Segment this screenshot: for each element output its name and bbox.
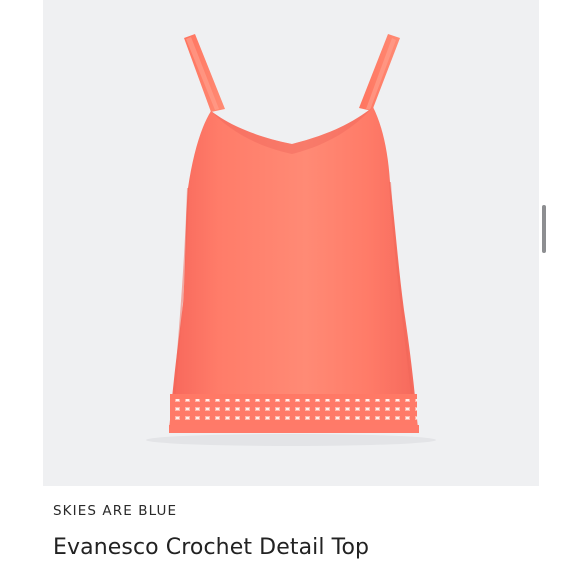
tank-top-illustration xyxy=(146,34,436,446)
product-brand: SKIES ARE BLUE xyxy=(53,503,178,519)
product-screen: SKIES ARE BLUE Evanesco Crochet Detail T… xyxy=(0,0,580,580)
product-shadow xyxy=(146,434,436,446)
crochet-hem xyxy=(170,397,417,427)
scrollbar-thumb[interactable] xyxy=(542,205,546,253)
product-image[interactable] xyxy=(43,0,539,486)
product-title: Evanesco Crochet Detail Top xyxy=(53,535,370,560)
tank-top-body xyxy=(169,107,418,432)
